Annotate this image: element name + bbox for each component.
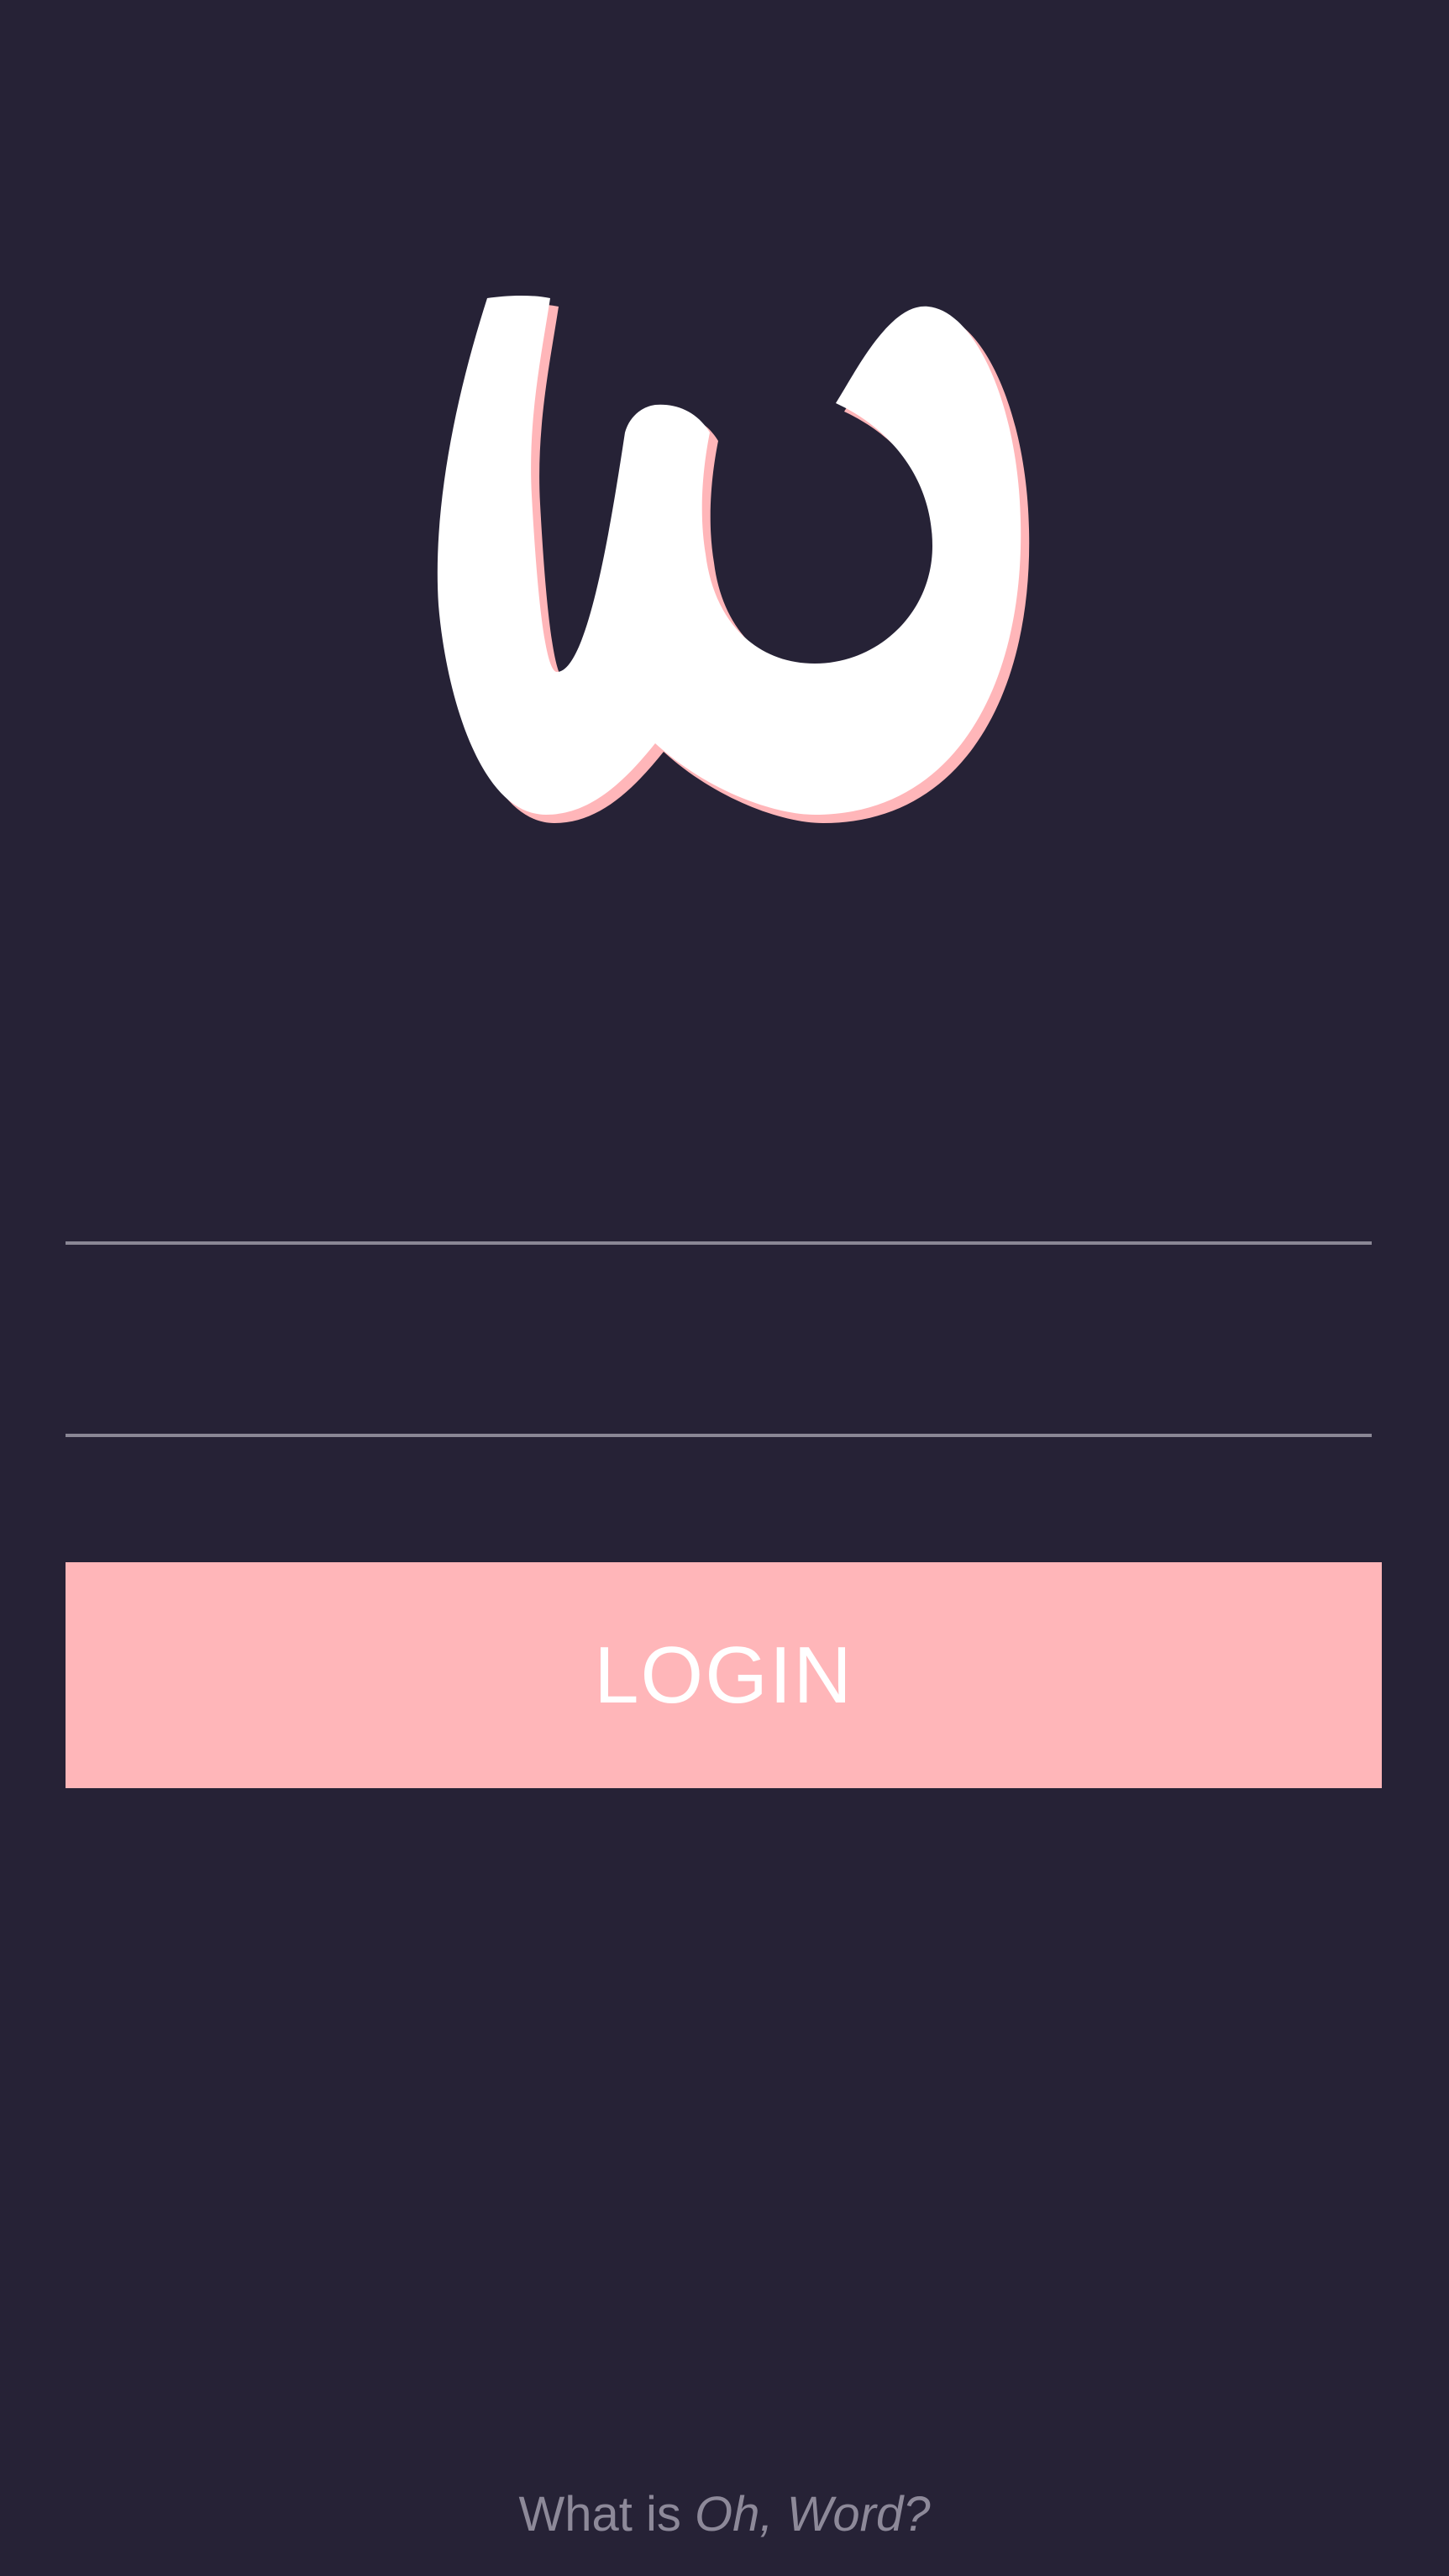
login-button[interactable]: LOGIN <box>66 1562 1382 1788</box>
username-field[interactable] <box>66 1077 1372 1245</box>
footer-link-prefix: What is <box>518 2487 696 2542</box>
username-input[interactable] <box>66 1125 1372 1226</box>
password-input[interactable] <box>66 1318 1372 1419</box>
password-field[interactable] <box>66 1269 1372 1437</box>
what-is-oh-word-link[interactable]: What is Oh, Word? <box>0 2486 1449 2542</box>
app-logo <box>420 277 1042 848</box>
footer-link-brand: Oh, Word? <box>695 2487 931 2542</box>
oh-word-logo-icon <box>437 295 1030 824</box>
